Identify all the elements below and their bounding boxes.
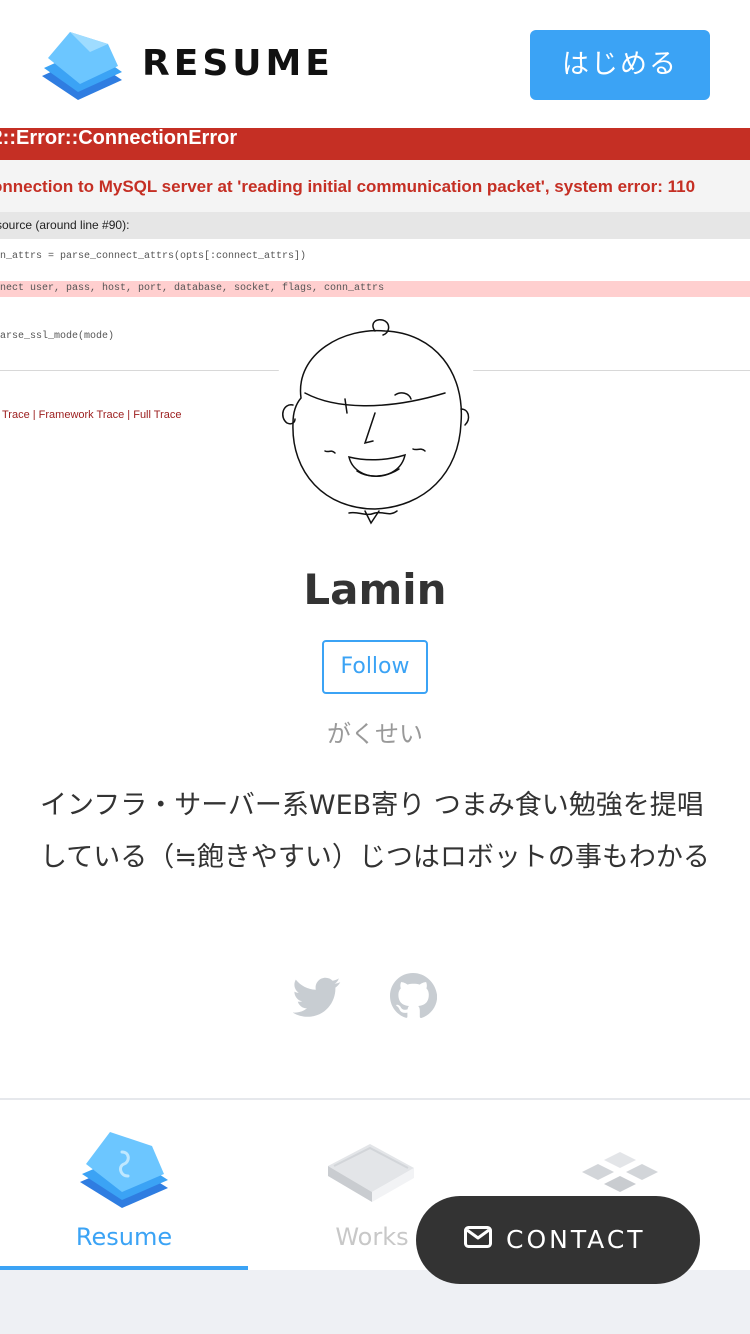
app-header: RESUME はじめる — [0, 0, 750, 128]
cover-code-line-highlighted: nnect user, pass, host, port, database, … — [0, 281, 750, 297]
tiles-icon — [582, 1152, 658, 1192]
resume-stack-icon — [80, 1132, 168, 1208]
cover-error-message: onnection to MySQL server at 'reading in… — [0, 160, 750, 212]
github-icon[interactable] — [389, 972, 437, 1020]
tab-resume-label: Resume — [75, 1223, 173, 1251]
profile-name: Lamin — [303, 565, 447, 614]
contact-label: CONTACT — [506, 1225, 646, 1254]
start-button[interactable]: はじめる — [530, 30, 710, 100]
profile-role: がくせい — [327, 720, 423, 748]
cover-code-line: nn_attrs = parse_connect_attrs(opts[:con… — [0, 251, 307, 262]
profile-bio: インフラ・サーバー系WEB寄り つまみ食い勉強を提唱している（≒飽きやすい）じつ… — [40, 790, 710, 873]
follow-button[interactable]: Follow — [322, 640, 428, 694]
cover-error-title: l2::Error::ConnectionError — [0, 128, 750, 160]
avatar — [265, 313, 487, 535]
resume-logo-icon[interactable] — [40, 28, 124, 100]
envelope-icon — [464, 1226, 492, 1248]
book-icon — [328, 1144, 414, 1202]
avatar-drawing-icon — [282, 319, 470, 525]
tab-resume[interactable]: Resume — [0, 1100, 248, 1271]
contact-button[interactable]: CONTACT — [416, 1196, 700, 1284]
cover-source-heading: source (around line #90): — [0, 212, 750, 239]
brand-name[interactable]: RESUME — [142, 42, 334, 86]
twitter-icon[interactable] — [293, 973, 341, 1021]
